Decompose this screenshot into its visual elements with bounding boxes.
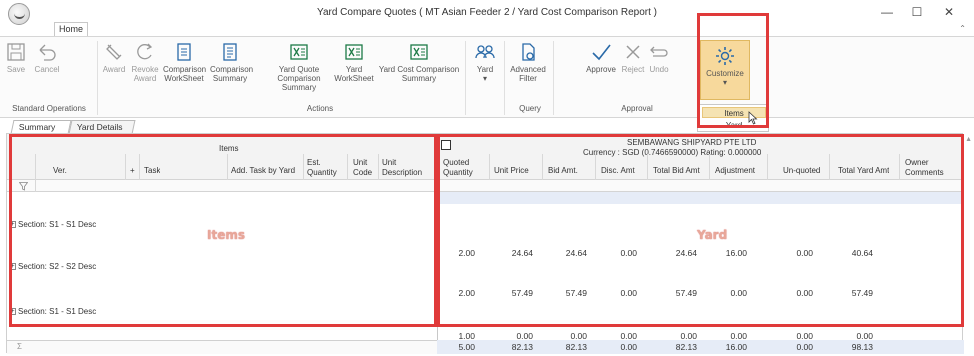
- close-button[interactable]: ✕: [934, 3, 964, 21]
- undo-icon: [650, 46, 668, 57]
- yard-worksheet-button[interactable]: Yard WorkSheet: [334, 41, 374, 83]
- minimize-button[interactable]: —: [872, 3, 902, 21]
- total-total-yard-amt: 98.13: [851, 342, 873, 352]
- window-title: Yard Compare Quotes ( MT Asian Feeder 2 …: [317, 7, 657, 18]
- summary-icon: [223, 43, 237, 61]
- group-label-query: Query: [519, 104, 541, 113]
- sum-icon: Σ: [17, 342, 22, 351]
- total-un-quoted: 0.00: [796, 342, 813, 352]
- scroll-up-icon[interactable]: ▲: [965, 136, 972, 143]
- close-x-icon: [626, 45, 640, 59]
- award-icon: [106, 44, 122, 60]
- save-icon: [7, 43, 25, 61]
- yard-dropdown-button[interactable]: Yard ▾: [470, 41, 500, 83]
- cancel-button[interactable]: Cancel: [32, 41, 62, 74]
- total-unit-price: 82.13: [511, 342, 533, 352]
- reject-button[interactable]: Reject: [619, 41, 647, 74]
- group-label-approval: Approval: [621, 104, 653, 113]
- annotation-items-label: Items: [207, 228, 245, 242]
- revoke-icon: [137, 43, 153, 60]
- total-disc-amt: 0.00: [620, 342, 637, 352]
- group-label-standard-operations: Standard Operations: [12, 104, 86, 113]
- maximize-button[interactable]: ☐: [902, 3, 932, 21]
- total-adjustment: 16.00: [725, 342, 747, 352]
- advanced-filter-button[interactable]: Advanced Filter: [508, 41, 548, 83]
- group-separator: [504, 41, 505, 115]
- approve-button[interactable]: Approve: [584, 41, 618, 74]
- title-bar: Yard Compare Quotes ( MT Asian Feeder 2 …: [0, 0, 974, 25]
- ribbon: Save Cancel Award Revoke Award Comparison…: [0, 36, 974, 118]
- undo-button[interactable]: Undo: [646, 41, 672, 74]
- group-label-actions: Actions: [306, 104, 334, 113]
- revoke-award-button[interactable]: Revoke Award: [130, 41, 160, 83]
- chevron-down-icon: ▾: [482, 74, 487, 83]
- tab-summary[interactable]: Summary: [10, 120, 72, 134]
- award-button[interactable]: Award: [100, 41, 128, 74]
- excel-icon: [410, 44, 428, 60]
- group-separator: [97, 41, 98, 115]
- tab-home[interactable]: Home: [54, 22, 88, 36]
- group-separator: [553, 41, 554, 115]
- yard-cost-comparison-summary-button[interactable]: Yard Cost Comparison Summary: [378, 41, 460, 83]
- save-button[interactable]: Save: [4, 41, 28, 74]
- excel-icon: [290, 44, 308, 60]
- yard-quote-comparison-summary-button[interactable]: Yard Quote Comparison Summary: [265, 41, 333, 92]
- document-icon: [177, 43, 191, 61]
- check-icon: [592, 44, 611, 61]
- users-icon: [475, 45, 495, 59]
- highlight-box-customize: [697, 13, 769, 128]
- total-quoted-quantity: 5.00: [458, 342, 475, 352]
- undo-arrow-icon: [39, 44, 56, 61]
- collapse-ribbon-icon[interactable]: ⌃: [959, 24, 966, 33]
- excel-icon: [345, 44, 363, 60]
- group-separator: [465, 41, 466, 115]
- comparison-worksheet-button[interactable]: Comparison WorkSheet: [163, 41, 206, 83]
- annotation-yard-label: Yard: [697, 228, 728, 242]
- comparison-summary-button[interactable]: Comparison Summary: [210, 41, 253, 83]
- total-total-bid-amt: 82.13: [675, 342, 697, 352]
- tab-yard-details[interactable]: Yard Details: [68, 120, 136, 134]
- filter-document-icon: [522, 43, 535, 61]
- total-bid-amt: 82.13: [565, 342, 587, 352]
- comparison-grid: Items SEMBAWANG SHIPYARD PTE LTD Currenc…: [6, 133, 964, 354]
